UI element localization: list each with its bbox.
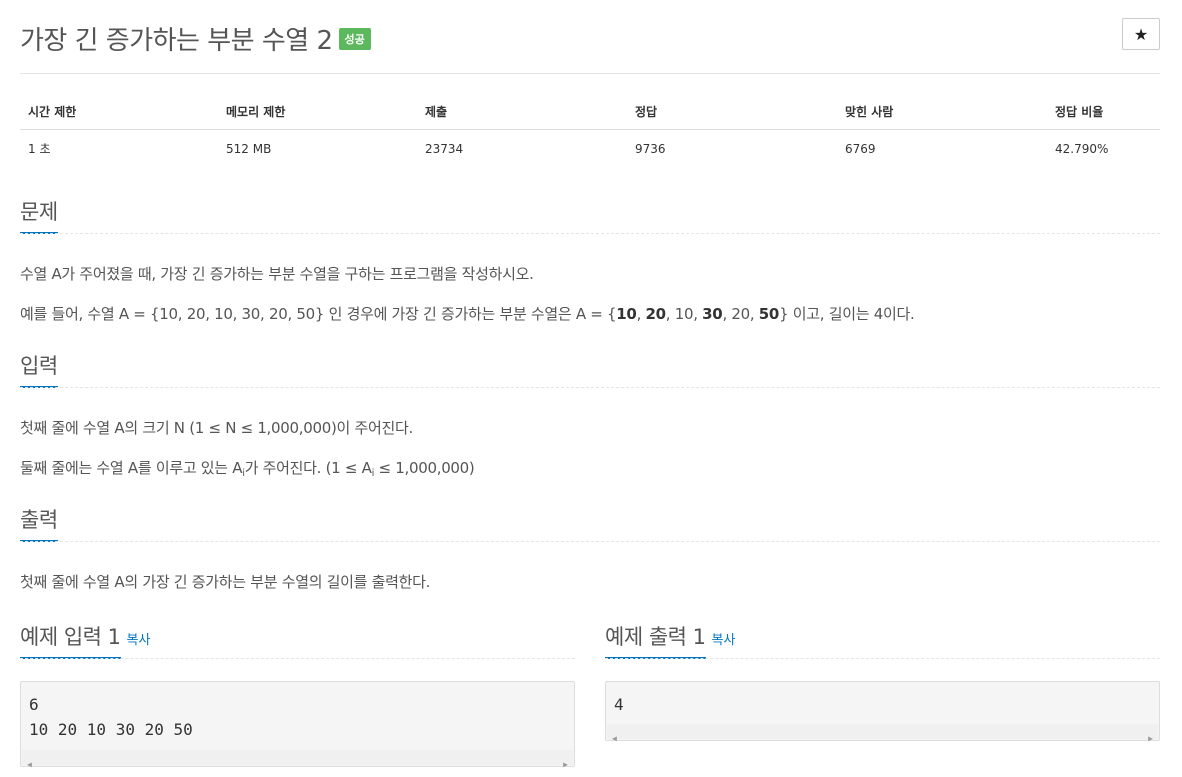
sample-output-line-1: 4 [614,695,624,714]
p2-mid: , 10, [665,305,703,323]
input-description-2: 둘째 줄에는 수열 A를 이루고 있는 Ai가 주어진다. (1 ≤ Ai ≤ … [20,457,475,479]
output-description-1: 첫째 줄에 수열 A의 가장 긴 증가하는 부분 수열의 길이를 출력한다. [20,573,431,591]
problem-section-title: 문제 [20,196,58,234]
scroll-left-icon[interactable]: ◀ [27,752,32,777]
sample-input-header: 예제 입력 1 복사 [20,621,575,659]
p2-bold-2: 20 [645,305,667,323]
section-divider [20,387,1160,388]
scroll-right-icon[interactable]: ▶ [1148,726,1153,751]
scroll-left-icon[interactable]: ◀ [612,726,617,751]
header-solved-users: 맞힌 사람 [837,94,1047,130]
star-button[interactable]: ★ [1122,18,1160,50]
output-section-header: 출력 [20,504,1160,542]
problem-section-header: 문제 [20,196,1160,234]
ip2-b: 가 주어진다. (1 ≤ A [244,459,372,477]
table-row: 1 초 512 MB 23734 9736 6769 42.790% [20,130,1160,168]
ip2-a: 둘째 줄에는 수열 A를 이루고 있는 A [20,459,243,477]
ip2-c: ≤ 1,000,000) [374,459,475,477]
p2-suffix: } 이고, 길이는 4이다. [779,305,915,323]
header-accepted: 정답 [627,94,837,130]
sample-input-block: 6 10 20 10 30 20 50 ◀ ▶ [20,681,575,769]
p2-sep-1: , [636,305,646,323]
p2-mid-2: , 20, [722,305,759,323]
problem-description-1: 수열 A가 주어졌을 때, 가장 긴 증가하는 부분 수열을 구하는 프로그램을… [20,265,534,283]
sample-output-title: 예제 출력 1 [605,621,706,659]
title-divider [20,73,1160,74]
table-header-row: 시간 제한 메모리 제한 제출 정답 맞힌 사람 정답 비율 [20,94,1160,130]
copy-sample-output-button[interactable]: 복사 [712,633,736,648]
p2-bold-1: 10 [616,305,637,323]
time-limit-value: 1 초 [28,142,51,156]
output-section-title: 출력 [20,504,58,542]
accepted-value: 9736 [635,141,666,156]
ratio-value: 42.790% [1055,141,1109,156]
p2-prefix: 예를 들어, 수열 A = {10, 20, 10, 30, 20, 50} 인… [20,305,617,323]
submissions-value: 23734 [425,141,464,156]
scroll-right-icon[interactable]: ▶ [563,752,568,777]
sample-input-title: 예제 입력 1 [20,621,121,659]
memory-limit-value: 512 MB [226,141,272,156]
header-time-limit: 시간 제한 [20,94,218,130]
problem-description-2: 예를 들어, 수열 A = {10, 20, 10, 30, 20, 50} 인… [20,303,915,324]
header-memory-limit: 메모리 제한 [218,94,417,130]
sample-input-line-1: 6 [29,695,39,714]
sample-output-header: 예제 출력 1 복사 [605,621,1160,659]
problem-title: 가장 긴 증가하는 부분 수열 2 성공 [20,20,371,57]
solved-users-value: 6769 [845,141,876,156]
p2-bold-3: 30 [702,305,723,323]
sample-output-block: 4 ◀ ▶ [605,681,1160,743]
section-divider [20,658,575,659]
header-submissions: 제출 [417,94,627,130]
copy-sample-input-button[interactable]: 복사 [127,633,151,648]
header-ratio: 정답 비율 [1047,94,1160,130]
problem-info-table: 시간 제한 메모리 제한 제출 정답 맞힌 사람 정답 비율 1 초 512 M… [20,94,1160,167]
input-section-header: 입력 [20,350,1160,388]
section-divider [20,233,1160,234]
status-badge: 성공 [338,27,371,50]
star-icon: ★ [1133,25,1149,44]
title-row: 가장 긴 증가하는 부분 수열 2 성공 ★ [20,18,1160,58]
input-description-1: 첫째 줄에 수열 A의 크기 N (1 ≤ N ≤ 1,000,000)이 주어… [20,419,413,437]
input-section-title: 입력 [20,350,58,388]
horizontal-scrollbar[interactable]: ◀ ▶ [22,750,573,769]
problem-title-text: 가장 긴 증가하는 부분 수열 2 [20,26,333,56]
horizontal-scrollbar[interactable]: ◀ ▶ [607,724,1158,743]
section-divider [20,541,1160,542]
p2-bold-4: 50 [758,305,780,323]
section-divider [605,658,1160,659]
sample-input-line-2: 10 20 10 30 20 50 [29,720,193,739]
